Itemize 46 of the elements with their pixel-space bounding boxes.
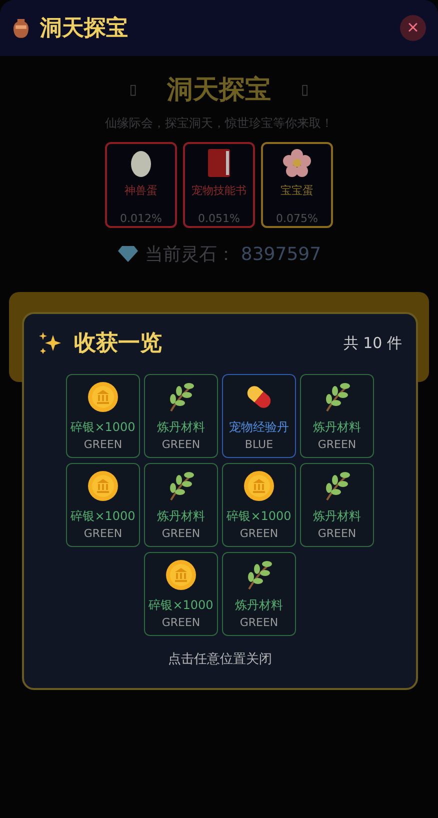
coin-icon — [87, 381, 119, 413]
item-rarity: GREEN — [240, 616, 278, 629]
prize-name: 神兽蛋 — [124, 184, 158, 197]
balance-value: 8397597 — [240, 244, 322, 264]
subtitle: 仙缘际会，探宝洞天，惊世珍宝等你来取！ — [105, 115, 333, 132]
item-name: 炼丹材料 — [157, 508, 205, 525]
item-rarity: GREEN — [162, 616, 200, 629]
close-hint: 点击任意位置关闭 — [167, 651, 273, 668]
book-icon — [206, 148, 232, 178]
item-rarity: BLUE — [244, 438, 274, 451]
item-name: 炼丹材料 — [313, 419, 361, 436]
item-name: 碎银×1000 — [148, 597, 214, 614]
item-name: 碎银×1000 — [70, 508, 136, 525]
item-rarity: GREEN — [162, 438, 200, 451]
diamond-icon — [116, 245, 139, 263]
item-name: 炼丹材料 — [235, 597, 283, 614]
coin-icon — [243, 470, 275, 502]
page-title: 洞天探宝 — [167, 74, 271, 107]
item-rarity: GREEN — [84, 527, 122, 540]
missing-glyph: ▯ — [301, 82, 309, 98]
item-name: 宠物经验丹 — [229, 419, 289, 436]
prize-name: 宠物技能书 — [192, 184, 246, 197]
item-rarity: GREEN — [240, 527, 278, 540]
item-name: 炼丹材料 — [313, 508, 361, 525]
egg-icon — [129, 148, 153, 178]
prize-name: 宝宝蛋 — [280, 184, 314, 197]
item-rarity: GREEN — [318, 527, 356, 540]
flower-icon — [282, 148, 312, 178]
close-button[interactable]: × — [400, 15, 426, 41]
item-name: 炼丹材料 — [157, 419, 205, 436]
item-name: 碎银×1000 — [226, 508, 292, 525]
missing-glyph: ▯ — [129, 82, 137, 98]
prize-rate: 0.012% — [120, 212, 162, 225]
item-name: 碎银×1000 — [70, 419, 136, 436]
prize-rate: 0.051% — [198, 212, 240, 225]
modal-title: 收获一览 — [74, 330, 163, 358]
jar-icon — [12, 17, 30, 39]
balance-label: 当前灵石： — [144, 243, 235, 266]
window-title: 洞天探宝 — [40, 14, 129, 43]
item-rarity: GREEN — [318, 438, 356, 451]
item-count: 共 10 件 — [343, 334, 402, 352]
prize-rate: 0.075% — [276, 212, 318, 225]
item-rarity: GREEN — [162, 527, 200, 540]
item-rarity: GREEN — [84, 438, 122, 451]
coin-icon — [87, 470, 119, 502]
coin-icon — [165, 559, 197, 591]
